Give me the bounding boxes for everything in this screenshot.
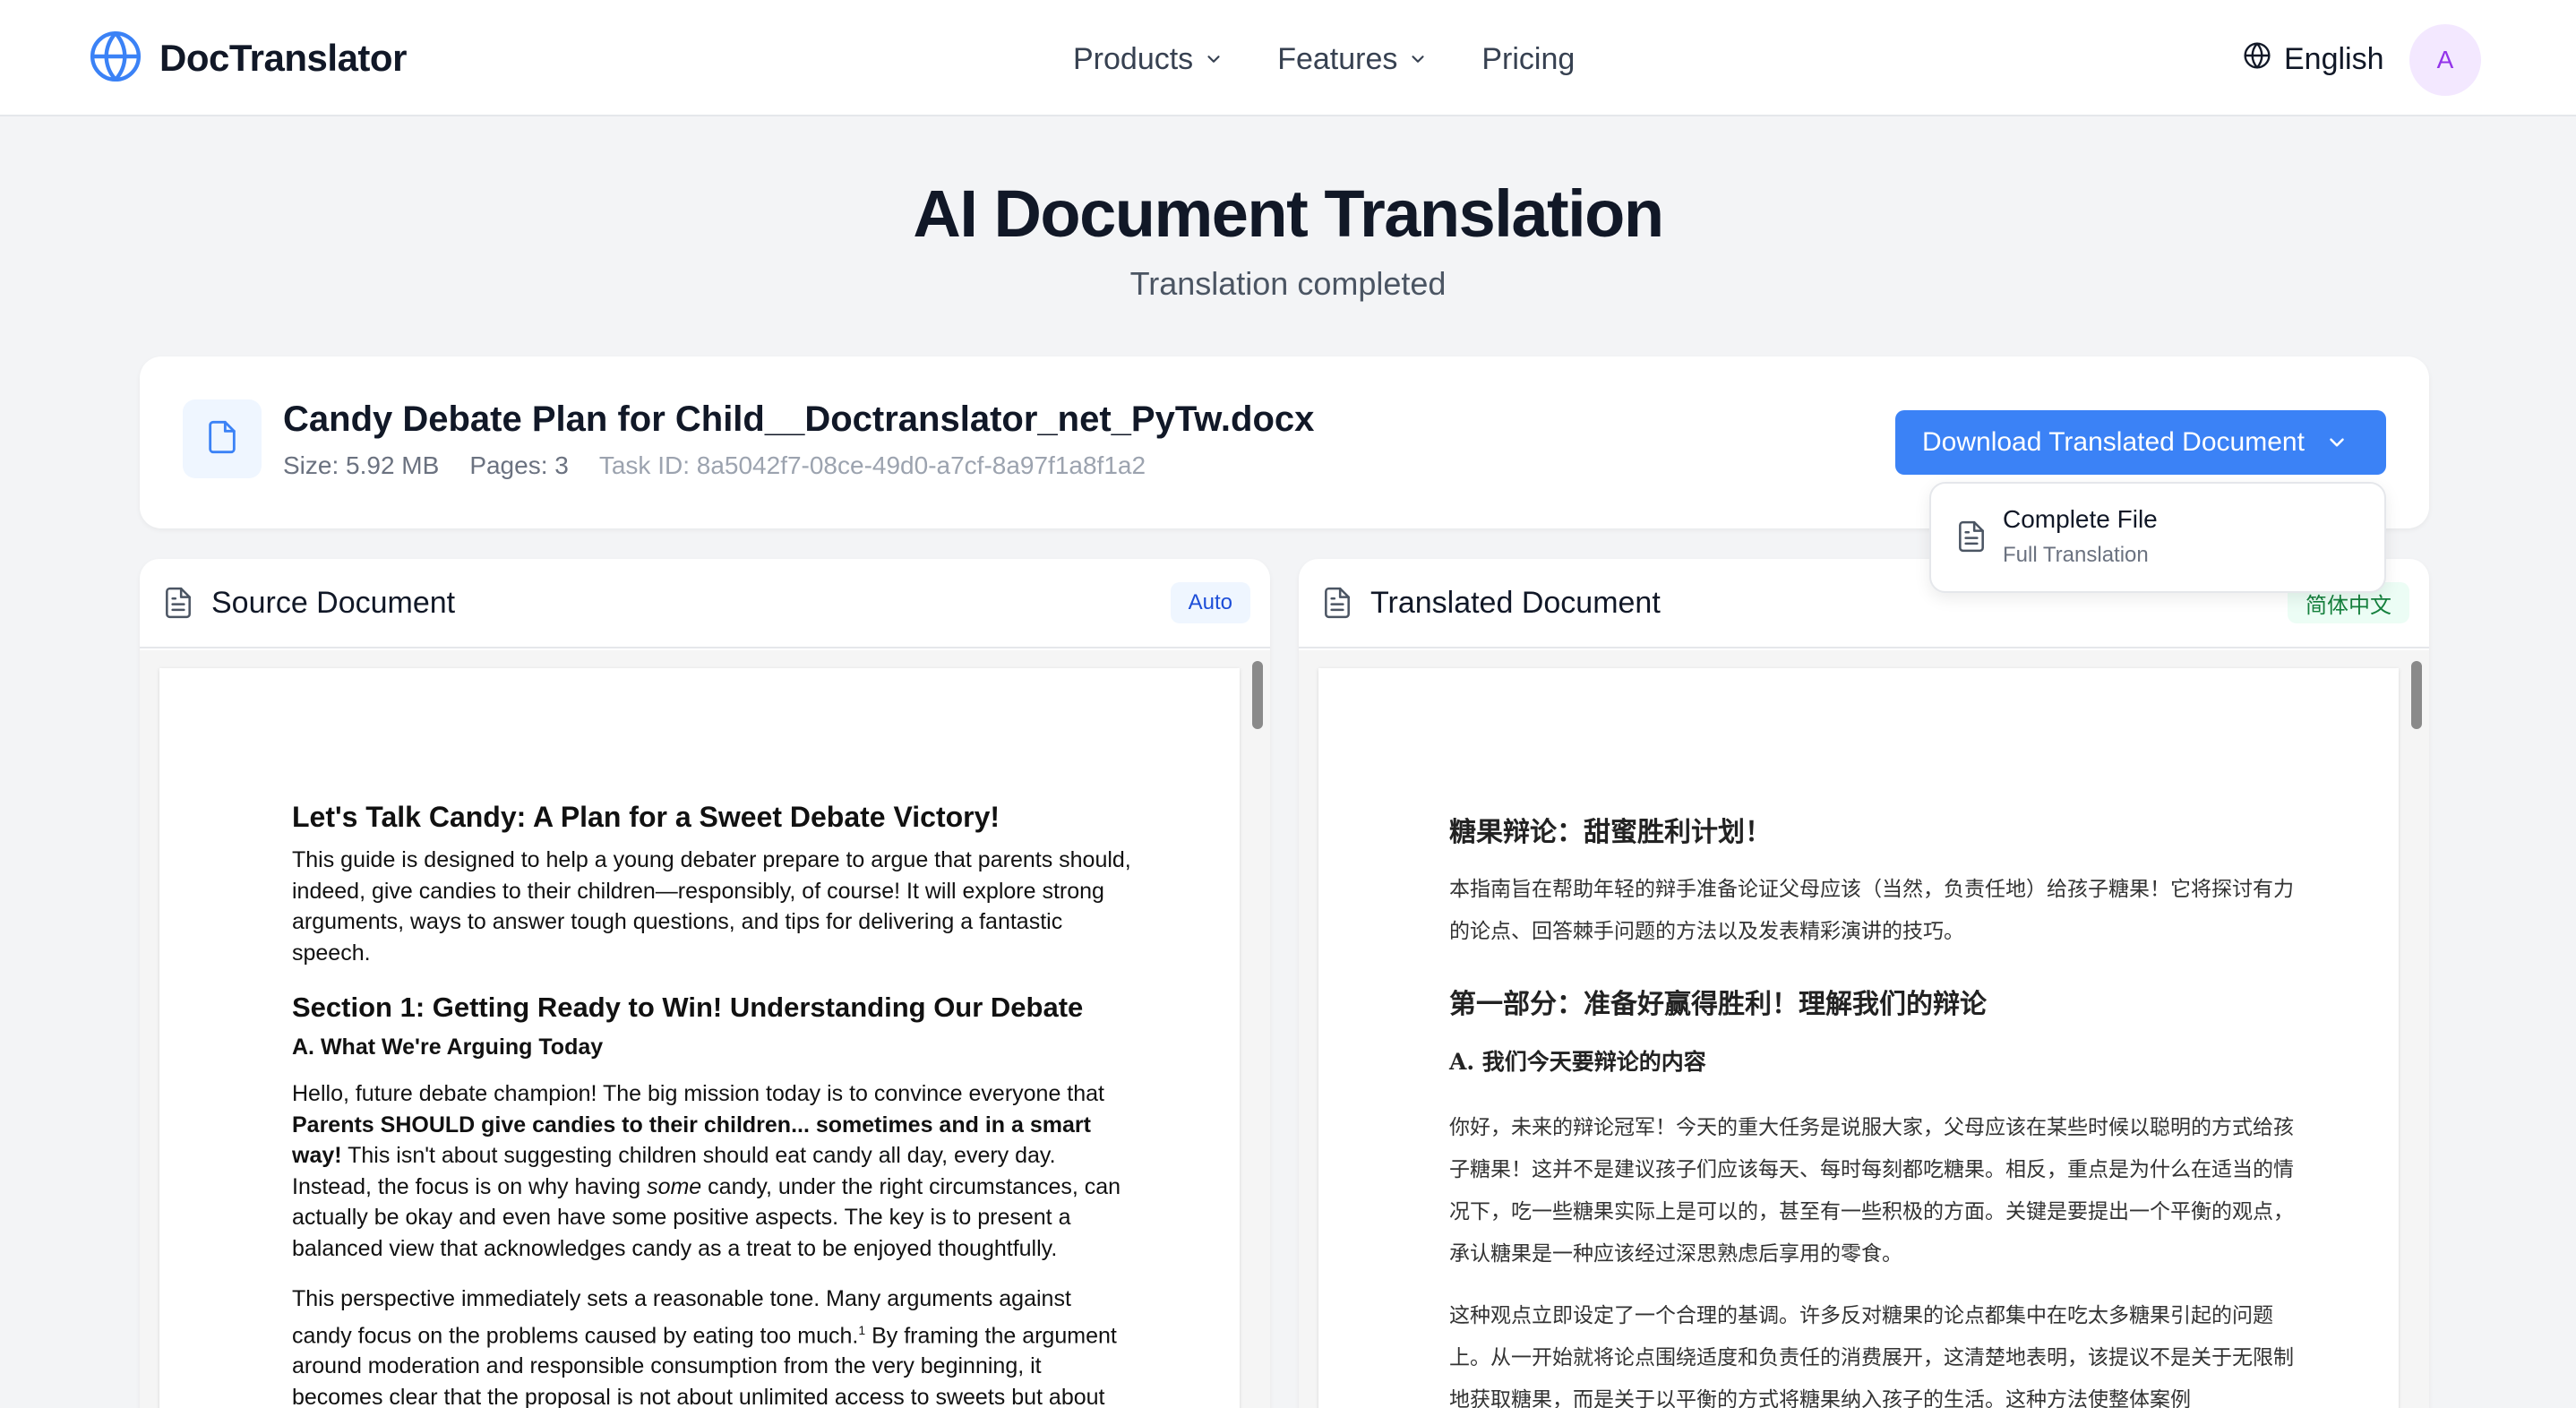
chevron-down-icon	[1408, 42, 1428, 77]
menu-item-title: Complete File	[2003, 505, 2158, 533]
document-page: Let's Talk Candy: A Plan for a Sweet Deb…	[159, 668, 1240, 1408]
download-translated-button[interactable]: Download Translated Document	[1895, 410, 2386, 475]
document-page: 糖果辩论：甜蜜胜利计划！ 本指南旨在帮助年轻的辩手准备论证父母应该（当然，负责任…	[1318, 668, 2399, 1408]
nav-features[interactable]: Features	[1277, 42, 1428, 77]
panel-header: Source Document Auto	[140, 559, 1270, 648]
scrollbar-thumb[interactable]	[1252, 661, 1263, 729]
menu-item-subtitle: Full Translation	[2003, 543, 2149, 567]
doc-heading: Let's Talk Candy: A Plan for a Sweet Deb…	[292, 801, 1000, 833]
language-switcher[interactable]: English	[2243, 36, 2384, 82]
nav-pricing-label: Pricing	[1481, 41, 1576, 76]
nav-pricing[interactable]: Pricing	[1481, 42, 1575, 77]
page-title: AI Document Translation	[913, 176, 1664, 251]
top-navbar: DocTranslator Products Features Pricing …	[0, 0, 2576, 116]
chevron-down-icon	[2325, 431, 2348, 461]
file-meta: Size: 5.92 MB Pages: 3 Task ID: 8a5042f7…	[283, 451, 1146, 480]
globe-logo-icon	[88, 29, 143, 89]
panel-title: Translated Document	[1370, 586, 1661, 620]
nav-features-label: Features	[1277, 41, 1398, 76]
chevron-down-icon	[1204, 42, 1224, 77]
doc-paragraph: Hello, future debate champion! The big m…	[292, 1078, 1134, 1264]
globe-icon	[2243, 41, 2271, 78]
doc-paragraph: This perspective immediately sets a reas…	[292, 1284, 1134, 1408]
download-button-label: Download Translated Document	[1922, 427, 2305, 457]
file-pages: Pages: 3	[469, 451, 569, 479]
doc-heading: 糖果辩论：甜蜜胜利计划！	[1449, 817, 1772, 848]
doc-paragraph: 这种观点立即设定了一个合理的基调。许多反对糖果的论点都集中在吃太多糖果引起的问题…	[1449, 1304, 2294, 1408]
brand-logo-link[interactable]: DocTranslator	[88, 30, 407, 86]
document-content: 糖果辩论：甜蜜胜利计划！ 本指南旨在帮助年轻的辩手准备论证父母应该（当然，负责任…	[1449, 810, 2302, 1408]
main-nav: Products Features Pricing	[1073, 36, 1575, 82]
doc-section-heading: 第一部分：准备好赢得胜利！理解我们的辩论	[1449, 989, 1987, 1020]
document-icon	[161, 586, 195, 624]
document-viewer[interactable]: Let's Talk Candy: A Plan for a Sweet Deb…	[140, 650, 1270, 1408]
doc-section-heading: Section 1: Getting Ready to Win! Underst…	[292, 992, 1084, 1023]
doc-subsection-heading: A. 我们今天要辩论的内容	[1449, 1049, 1706, 1075]
scrollbar-thumb[interactable]	[2411, 661, 2422, 729]
file-name: Candy Debate Plan for Child__Doctranslat…	[283, 399, 1315, 439]
doc-subsection-heading: A. What We're Arguing Today	[292, 1035, 604, 1060]
language-label: English	[2284, 41, 2384, 76]
doc-paragraph: 本指南旨在帮助年轻的辩手准备论证父母应该（当然，负责任地）给孩子糖果！它将探讨有…	[1449, 878, 2294, 943]
doc-paragraph: This guide is designed to help a young d…	[292, 847, 1131, 966]
nav-products[interactable]: Products	[1073, 42, 1224, 77]
document-icon	[1320, 586, 1354, 624]
text-run: Hello, future debate champion! The big m…	[292, 1081, 1105, 1106]
task-id: Task ID: 8a5042f7-08ce-49d0-a7cf-8a97f1a…	[598, 451, 1146, 479]
menu-item-complete-file[interactable]: Complete File Full Translation	[1931, 484, 2384, 591]
status-subtitle: Translation completed	[1129, 265, 1447, 302]
translated-document-panel: Translated Document 简体中文 糖果辩论：甜蜜胜利计划！ 本指…	[1299, 559, 2429, 1408]
document-viewer[interactable]: 糖果辩论：甜蜜胜利计划！ 本指南旨在帮助年轻的辩手准备论证父母应该（当然，负责任…	[1299, 650, 2429, 1408]
download-dropdown-menu: Complete File Full Translation	[1929, 482, 2386, 593]
user-avatar[interactable]: A	[2409, 24, 2481, 96]
document-content: Let's Talk Candy: A Plan for a Sweet Deb…	[292, 801, 1134, 1408]
document-icon	[1954, 519, 1988, 558]
panel-title: Source Document	[211, 586, 456, 620]
file-icon	[204, 419, 240, 459]
brand-name: DocTranslator	[159, 37, 407, 79]
italic-text-run: some	[647, 1173, 702, 1199]
footnote-marker: 1	[858, 1322, 866, 1337]
nav-products-label: Products	[1073, 41, 1194, 76]
file-size: Size: 5.92 MB	[283, 451, 440, 479]
doc-paragraph: 你好，未来的辩论冠军！今天的重大任务是说服大家，父母应该在某些时候以聪明的方式给…	[1449, 1116, 2294, 1266]
source-document-panel: Source Document Auto Let's Talk Candy: A…	[140, 559, 1270, 1408]
source-language-badge: Auto	[1170, 582, 1250, 623]
file-icon-box	[183, 399, 262, 478]
